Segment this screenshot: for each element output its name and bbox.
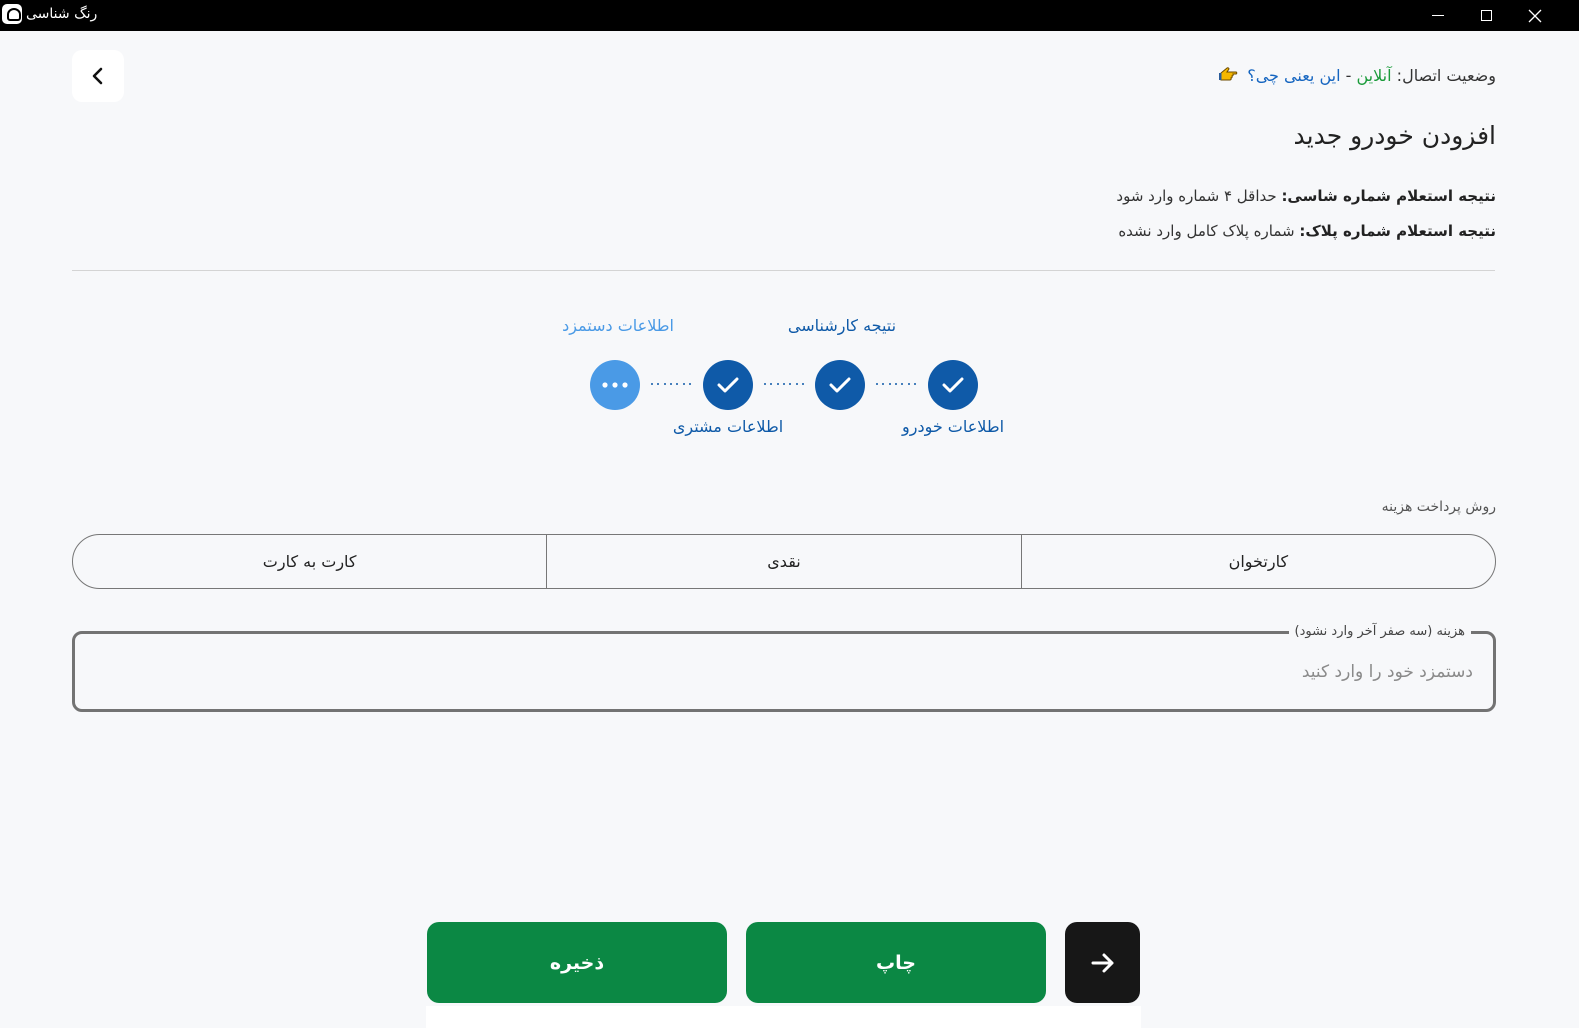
- chassis-inquiry-label: نتیجه استعلام شماره شاسی:: [1281, 187, 1496, 205]
- minimize-button[interactable]: [1415, 0, 1461, 31]
- window-title: رنگ شناسی: [26, 6, 98, 22]
- connection-label: وضعیت اتصال:: [1396, 66, 1496, 85]
- connection-online-status: آنلاین: [1356, 66, 1392, 85]
- more-dots-icon: [602, 382, 628, 388]
- connection-status: وضعیت اتصال: آنلاین - این یعنی چی؟: [1218, 64, 1496, 89]
- step-expert-result-circle[interactable]: [815, 360, 865, 410]
- pointing-hand-icon: [1218, 65, 1238, 89]
- fee-field: هزینه (سه صفر آخر وارد نشود): [72, 622, 1496, 712]
- chassis-inquiry-value: حداقل ۴ شماره وارد شود: [1116, 187, 1277, 205]
- step-vehicle-info-label: اطلاعات خودرو: [901, 417, 1005, 436]
- fee-input[interactable]: [75, 634, 1493, 709]
- save-button[interactable]: ذخیره: [427, 922, 727, 1003]
- connection-help-link[interactable]: این یعنی چی؟: [1247, 66, 1340, 85]
- close-icon: [1528, 9, 1542, 22]
- back-button[interactable]: [72, 50, 124, 102]
- step-customer-info-circle[interactable]: [703, 360, 753, 410]
- minimize-icon: [1432, 15, 1444, 16]
- arrow-right-icon: [1091, 953, 1113, 972]
- check-icon: [717, 377, 739, 393]
- chassis-inquiry-result: نتیجه استعلام شماره شاسی: حداقل ۴ شماره …: [1116, 184, 1496, 208]
- app-icon: [2, 4, 22, 24]
- plate-inquiry-result: نتیجه استعلام شماره پلاک: شماره پلاک کام…: [1118, 219, 1496, 243]
- plate-inquiry-value: شماره پلاک کامل وارد نشده: [1118, 222, 1295, 240]
- payment-method-label: روش پرداخت هزینه: [1381, 499, 1496, 515]
- check-icon: [942, 377, 964, 393]
- connection-separator: -: [1345, 66, 1352, 85]
- step-wage-info-circle[interactable]: [590, 360, 640, 410]
- step-connector: [764, 383, 804, 387]
- chevron-left-icon: [92, 67, 103, 85]
- plate-inquiry-label: نتیجه استعلام شماره پلاک:: [1299, 222, 1496, 240]
- check-icon: [829, 377, 851, 393]
- payment-method-selector: کارت به کارت نقدی کارتخوان: [72, 534, 1496, 589]
- step-vehicle-info-circle[interactable]: [928, 360, 978, 410]
- maximize-icon: [1480, 10, 1492, 21]
- step-wage-info-label: اطلاعات دستمزد: [562, 316, 674, 335]
- print-button[interactable]: چاپ: [746, 922, 1046, 1003]
- page-title: افزودن خودرو جدید: [1293, 121, 1496, 150]
- divider: [72, 270, 1495, 271]
- payment-option-cash[interactable]: نقدی: [546, 535, 1020, 588]
- action-bar-background: [426, 1006, 1141, 1028]
- payment-option-card-to-card[interactable]: کارت به کارت: [73, 535, 546, 588]
- next-button[interactable]: [1065, 922, 1140, 1003]
- title-bar: رنگ شناسی: [0, 0, 1579, 31]
- maximize-button[interactable]: [1463, 0, 1509, 31]
- step-customer-info-label: اطلاعات مشتری: [672, 417, 784, 436]
- step-connector: [876, 383, 916, 387]
- step-expert-result-label: نتیجه کارشناسی: [787, 316, 897, 335]
- close-button[interactable]: [1512, 0, 1558, 31]
- payment-option-card-reader[interactable]: کارتخوان: [1020, 535, 1495, 588]
- step-connector: [651, 383, 691, 387]
